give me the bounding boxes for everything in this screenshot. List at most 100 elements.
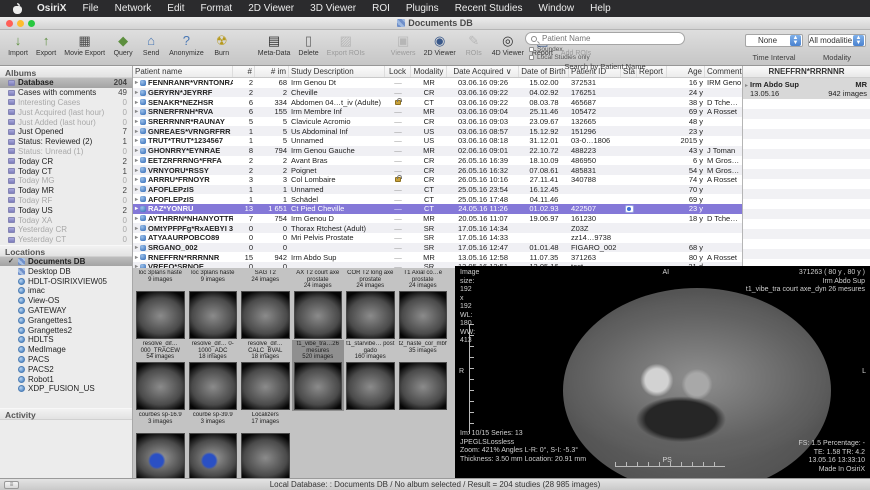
disclosure-triangle-icon[interactable]: ▸ (135, 137, 138, 144)
sidebar-item-medimage[interactable]: MedImage (0, 345, 132, 355)
sidebar-item-today-us[interactable]: Today US2 (0, 205, 132, 215)
table-row[interactable]: ▸TRUT*TRUT*123456715Unnamed—US03.06.16 0… (133, 136, 742, 146)
table-row[interactable]: ▸AFOFLEPzIS11Unnamed—CT25.05.16 23:5416.… (133, 185, 742, 195)
table-row[interactable]: ▸ATYAAURPOBCO8900Mri Pelvis Prostate—SR1… (133, 233, 742, 243)
toolbar-movie-export-button[interactable]: ▦Movie Export (60, 32, 109, 57)
sidebar-item-status-unread-1[interactable]: Status: Unread (1)0 (0, 147, 132, 157)
toolbar-import-button[interactable]: ↓Import (4, 32, 32, 57)
table-row[interactable]: ▸GERYRN*JEYRRF22Cheville—CR03.06.16 09:2… (133, 88, 742, 98)
disclosure-triangle-icon[interactable]: ▸ (135, 118, 138, 125)
series-thumbnail[interactable]: Localizers17 images (239, 411, 292, 482)
toolbar-4d-viewer-button[interactable]: ◎4D Viewer (488, 32, 528, 57)
toolbar-send-button[interactable]: ⌂Send (137, 32, 165, 57)
table-row[interactable]: ▸OMtYPFPFg*RxAEBYI 3^^^00Thorax Rtchest … (133, 223, 742, 233)
table-row[interactable]: ▸GHONRRY*EYNRAE8794Irm Genou Gauche—MR02… (133, 146, 742, 156)
table-row[interactable]: ▸EETZRFRRNG*FRFA22Avant Bras—CR26.05.16 … (133, 156, 742, 166)
sidebar-item-interesting-cases[interactable]: Interesting Cases0 (0, 98, 132, 108)
column-header-date-acquired[interactable]: Date Acquired ∨ (447, 66, 519, 77)
toolbar-anonymize-button[interactable]: ?Anonymize (165, 32, 208, 57)
disclosure-triangle-icon[interactable]: ▸ (135, 205, 138, 212)
menu-item-file[interactable]: File (74, 3, 106, 14)
table-row[interactable]: ▸FENNRANR*VRNTONRA268Irm Genou Dt—MR03.0… (133, 78, 742, 88)
sidebar-item-just-acquired-last-hour[interactable]: Just Acquired (last hour)0 (0, 107, 132, 117)
sidebar-item-robot1[interactable]: Robot1 (0, 374, 132, 384)
sidebar-item-hdlt-osirixview05[interactable]: HDLT-OSIRIXVIEW05 (0, 276, 132, 286)
toolbar-burn-button[interactable]: ☢Burn (208, 32, 236, 57)
series-thumbnail[interactable]: SAG T224 images (239, 269, 292, 340)
sidebar-item-status-reviewed-2[interactable]: Status: Reviewed (2)1 (0, 137, 132, 147)
sidebar-item-imac[interactable]: imac (0, 286, 132, 296)
disclosure-triangle-icon[interactable]: ▸ (135, 196, 138, 203)
sidebar-item-today-cr[interactable]: Today CR2 (0, 156, 132, 166)
series-thumbnail[interactable]: loc 3plans haste9 images (134, 269, 187, 340)
menu-item-edit[interactable]: Edit (159, 3, 192, 14)
toolbar-meta-data-button[interactable]: ▤Meta-Data (254, 32, 295, 57)
table-row[interactable]: ▸SENAKR*NEZHSR6334Abdomen 04…t_iv (Adult… (133, 97, 742, 107)
menu-item-plugins[interactable]: Plugins (398, 3, 447, 14)
sidebar-item-gateway[interactable]: GATEWAY (0, 306, 132, 316)
sidebar-item-view-os[interactable]: View-OS (0, 296, 132, 306)
local-studies-checkbox[interactable] (529, 55, 534, 60)
image-viewer[interactable]: Image size: 192 x 192WL: 180 WW: 413 371… (455, 266, 870, 478)
column-header-im[interactable]: # im (255, 66, 289, 77)
series-thumbnail[interactable]: t1_starvibe… post gado160 images (344, 340, 397, 411)
sidebar-item-just-opened[interactable]: Just Opened7 (0, 127, 132, 137)
menu-item-2d-viewer[interactable]: 2D Viewer (240, 3, 302, 14)
modality-dropdown[interactable]: All modalities ▲▼ (808, 34, 866, 47)
toolbar-export-button[interactable]: ↑Export (32, 32, 60, 57)
series-thumbnail[interactable]: resolve_dif… 0-1000_ADC18 images (187, 340, 240, 411)
sidebar-item-today-xa[interactable]: Today XA0 (0, 215, 132, 225)
table-row[interactable]: ▸RNEFFRN*RRRNNR15942Irm Abdo Sup—MR13.05… (133, 252, 742, 262)
sidebar-item-just-added-last-hour[interactable]: Just Added (last hour)0 (0, 117, 132, 127)
column-header-modality[interactable]: Modality (411, 66, 447, 77)
series-thumbnail[interactable]: AX T2 court axe prostate24 images (292, 269, 345, 340)
series-thumbnail[interactable]: resolve_dif… 000_TRACEW54 images (134, 340, 187, 411)
menu-item-recent-studies[interactable]: Recent Studies (447, 3, 531, 14)
sidebar-item-xdp-fusion-us[interactable]: XDP_FUSION_US (0, 384, 132, 394)
table-row[interactable]: ▸SRERRNNR*RAUNAY55Clavicule Acromio—CR03… (133, 117, 742, 127)
menu-item-format[interactable]: Format (193, 3, 241, 14)
status-bar-button[interactable]: ≡ (4, 481, 19, 489)
sidebar-item-hdlts[interactable]: HDLTS (0, 335, 132, 345)
disclosure-triangle-icon[interactable]: ▸ (135, 225, 138, 232)
column-header-study-description[interactable]: Study Description (289, 66, 385, 77)
menu-item-3d-viewer[interactable]: 3D Viewer (302, 3, 364, 14)
menu-item-osirix[interactable]: OsiriX (29, 3, 74, 14)
series-thumbnail[interactable]: courbe sp-39.93 images (187, 411, 240, 482)
patient-name-search[interactable] (525, 32, 685, 45)
sidebar-item-grangettes2[interactable]: Grangettes2 (0, 325, 132, 335)
disclosure-triangle-icon[interactable]: ▸ (135, 186, 138, 193)
disclosure-triangle-icon[interactable]: ▸ (135, 244, 138, 251)
toolbar-delete-button[interactable]: ▯Delete (294, 32, 322, 57)
sidebar-item-documents-db[interactable]: ✓Documents DB (0, 257, 132, 267)
table-row[interactable]: ▸RAZ*YONRU131 651Ct Pied Cheville—CT24.0… (133, 204, 742, 214)
menu-item-window[interactable]: Window (531, 3, 583, 14)
disclosure-triangle-icon[interactable]: ▸ (135, 128, 138, 135)
series-thumbnail[interactable]: COR T2 long axe prostate24 images (344, 269, 397, 340)
location-checkbox[interactable]: ✓ (8, 257, 15, 265)
disclosure-triangle-icon[interactable]: ▸ (135, 234, 138, 241)
study-panel-entry[interactable]: ▸Irm Abdo Sup13.05.16MR942 images (743, 78, 870, 99)
sidebar-item-grangettes1[interactable]: Grangettes1 (0, 315, 132, 325)
series-thumbnail[interactable]: t1_vibe_tra…26 mesures520 images (292, 340, 345, 411)
table-row[interactable]: ▸VRNYORU*RSSY22Poignet—CR26.05.16 16:320… (133, 165, 742, 175)
time-interval-dropdown[interactable]: None ▲▼ (745, 34, 803, 47)
menu-item-roi[interactable]: ROI (364, 3, 398, 14)
soundex-checkbox[interactable] (529, 47, 534, 52)
apple-menu-icon[interactable] (12, 3, 23, 14)
column-header-comments[interactable]: Comments (705, 66, 742, 77)
disclosure-triangle-icon[interactable]: ▸ (135, 108, 138, 115)
series-thumbnail[interactable]: T1 Axial co…e prostate24 images (397, 269, 450, 340)
disclosure-triangle-icon[interactable]: ▸ (135, 147, 138, 154)
table-row[interactable]: ▸AFOFLEPzIS11Schädel—CT25.05.16 17:4804.… (133, 194, 742, 204)
disclosure-triangle-icon[interactable]: ▸ (135, 79, 138, 86)
table-row[interactable]: ▸SRNERFRNH*RVA6155Irm Membre Inf—MR03.06… (133, 107, 742, 117)
disclosure-triangle-icon[interactable]: ▸ (135, 157, 138, 164)
table-row[interactable]: ▸GNREAES*VRNGRFRR15Us Abdominal Inf—US03… (133, 126, 742, 136)
disclosure-triangle-icon[interactable]: ▸ (135, 176, 138, 183)
sidebar-item-today-mr[interactable]: Today MR2 (0, 186, 132, 196)
sidebar-item-pacs[interactable]: PACS (0, 355, 132, 365)
search-input[interactable] (540, 33, 679, 44)
column-header-lock[interactable]: Lock (385, 66, 411, 77)
menu-item-help[interactable]: Help (582, 3, 619, 14)
